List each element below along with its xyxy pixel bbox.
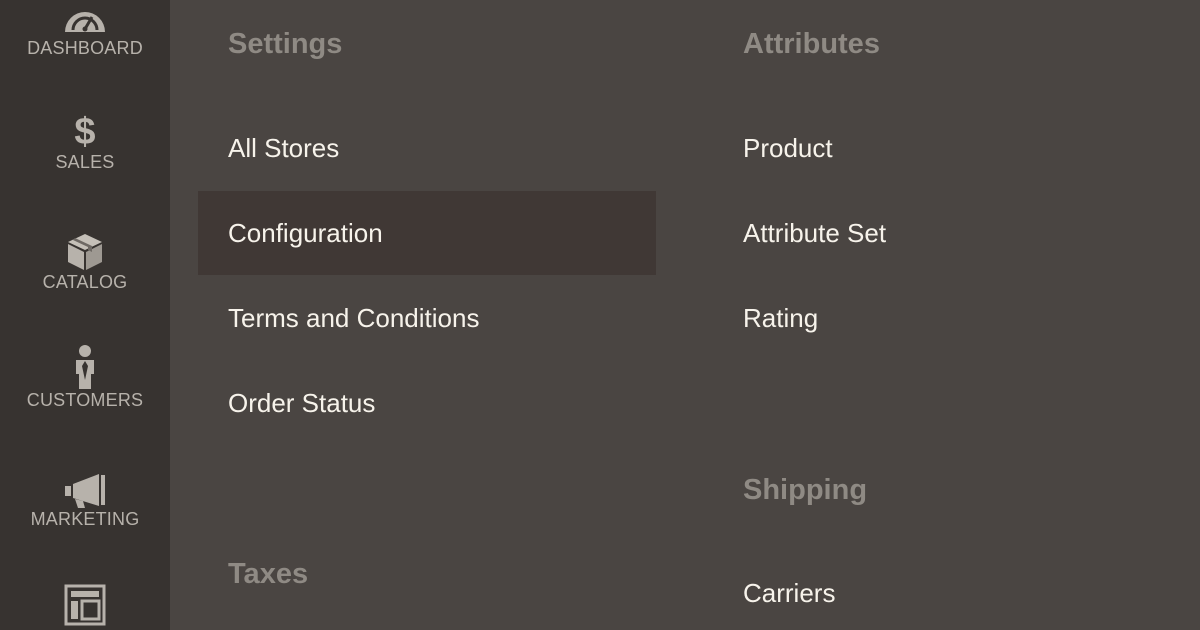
sidebar-item-label: CATALOG bbox=[42, 272, 128, 292]
sidebar-item-label: SALES bbox=[55, 152, 115, 172]
dashboard-gauge-icon bbox=[65, 12, 105, 32]
admin-app: DASHBOARD $ SALES CATALOG CUSTOMERS MARK… bbox=[0, 0, 1200, 630]
section-title-shipping: Shipping bbox=[743, 474, 868, 506]
sidebar-item-label: CUSTOMERS bbox=[26, 390, 144, 410]
sidebar-item-content[interactable] bbox=[0, 584, 170, 630]
dollar-icon: $ bbox=[74, 111, 96, 153]
stores-submenu-panel: Settings All Stores Configuration Terms … bbox=[170, 0, 1200, 630]
megaphone-icon bbox=[65, 474, 105, 508]
sidebar-item-catalog[interactable]: CATALOG bbox=[0, 232, 170, 312]
menu-link-configuration[interactable]: Configuration bbox=[198, 191, 656, 275]
sidebar-item-label: DASHBOARD bbox=[27, 38, 143, 58]
section-title-settings: Settings bbox=[228, 28, 343, 60]
section-title-taxes: Taxes bbox=[228, 558, 309, 590]
menu-link-all-stores[interactable]: All Stores bbox=[198, 106, 656, 190]
menu-link-terms-and-conditions[interactable]: Terms and Conditions bbox=[198, 276, 656, 360]
layout-content-icon bbox=[64, 584, 106, 626]
sidebar-item-dashboard[interactable]: DASHBOARD bbox=[0, 0, 170, 72]
menu-link-order-status[interactable]: Order Status bbox=[198, 361, 656, 445]
sidebar-item-sales[interactable]: $ SALES bbox=[0, 112, 170, 192]
menu-link-attribute-set[interactable]: Attribute Set bbox=[713, 191, 1171, 275]
menu-link-rating[interactable]: Rating bbox=[713, 276, 1171, 360]
menu-link-product[interactable]: Product bbox=[713, 106, 1171, 190]
sidebar-item-marketing[interactable]: MARKETING bbox=[0, 473, 170, 553]
sidebar-item-customers[interactable]: CUSTOMERS bbox=[0, 344, 170, 428]
box-icon bbox=[68, 234, 102, 270]
person-icon bbox=[76, 345, 94, 389]
admin-sidebar: DASHBOARD $ SALES CATALOG CUSTOMERS MARK… bbox=[0, 0, 170, 630]
menu-link-carriers[interactable]: Carriers bbox=[713, 551, 1171, 630]
section-title-attributes: Attributes bbox=[743, 28, 880, 60]
sidebar-item-label: MARKETING bbox=[30, 509, 140, 529]
